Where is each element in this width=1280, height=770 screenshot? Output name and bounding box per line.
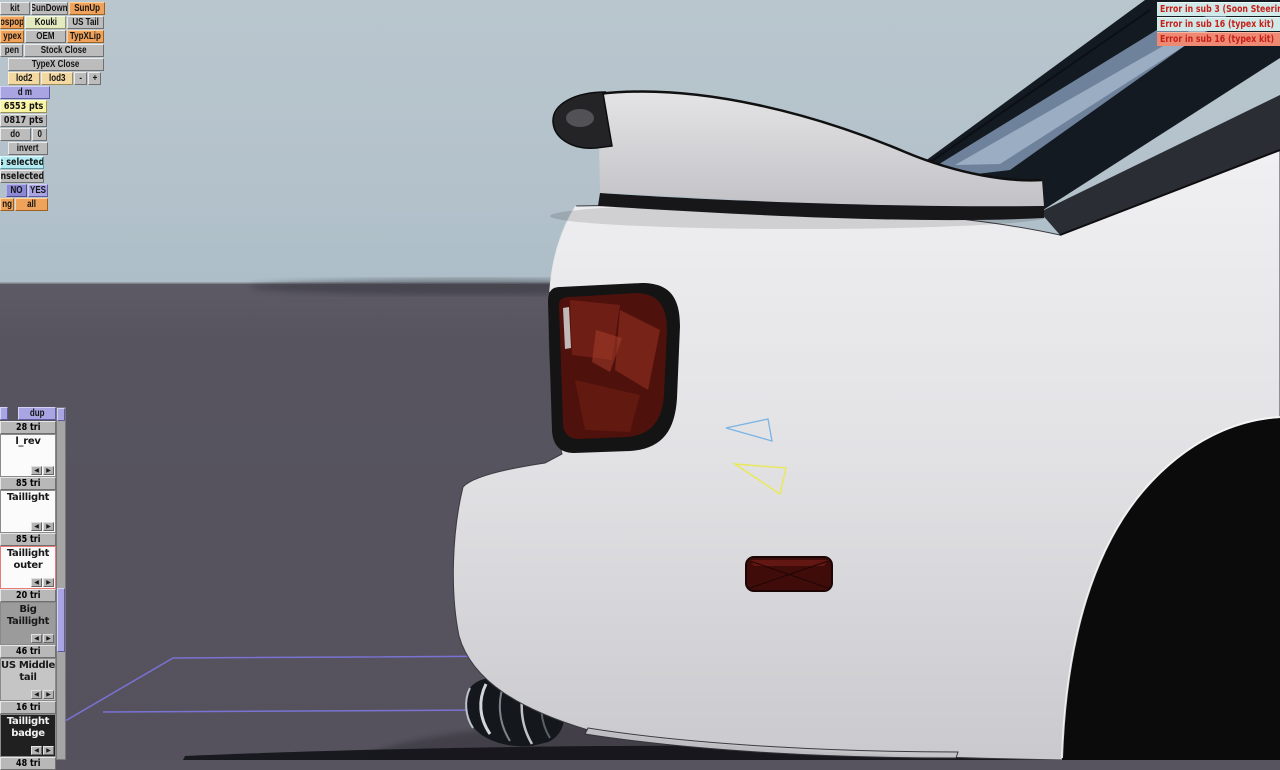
prev-arrow-icon[interactable]: ◀: [31, 578, 42, 587]
viewport-3d[interactable]: [0, 0, 1280, 760]
prev-arrow-icon[interactable]: ◀: [31, 466, 42, 475]
mode-button[interactable]: d m: [0, 86, 50, 99]
tri-count: 16 tri: [0, 701, 56, 714]
kouki-button[interactable]: Kouki: [25, 16, 66, 29]
open-button[interactable]: pen: [0, 44, 23, 57]
scrollbar-thumb[interactable]: [57, 588, 65, 652]
list-item: 28 tri l_rev ◀ ▶: [0, 421, 56, 477]
invert-button[interactable]: invert: [8, 142, 48, 155]
toolbar-panel: kit SunDown SunUp ospop Kouki US Tail yp…: [0, 2, 106, 86]
ypex-button[interactable]: ypex: [0, 30, 24, 43]
object-name-box[interactable]: Big Taillight ◀ ▶: [0, 602, 56, 645]
tri-count: 46 tri: [0, 645, 56, 658]
us-tail-button[interactable]: US Tail: [67, 16, 104, 29]
list-item: 85 tri Taillight ◀ ▶: [0, 477, 56, 533]
list-item: 46 tri US Middle tail ◀ ▶: [0, 645, 56, 701]
list-item: 20 tri Big Taillight ◀ ▶: [0, 589, 56, 645]
sundown-button[interactable]: SunDown: [31, 2, 68, 15]
oem-button[interactable]: OEM: [25, 30, 66, 43]
lod3-button[interactable]: lod3: [41, 72, 73, 85]
prev-arrow-icon[interactable]: ◀: [31, 746, 42, 755]
next-arrow-icon[interactable]: ▶: [43, 690, 54, 699]
typxlip-button[interactable]: TypXLip: [67, 30, 104, 43]
selected-indicator: s selected: [0, 156, 44, 169]
sunup-button[interactable]: SunUp: [69, 2, 105, 15]
prev-arrow-icon[interactable]: ◀: [31, 522, 42, 531]
object-list-panel: dup 28 tri l_rev ◀ ▶ 85 tri Taillight ◀ ▶ …: [0, 407, 56, 770]
list-header-gap: [8, 407, 18, 420]
undo-button[interactable]: do: [0, 128, 31, 141]
lod2-button[interactable]: lod2: [8, 72, 40, 85]
lod-minus-button[interactable]: -: [74, 72, 87, 85]
object-name-box[interactable]: l_rev ◀ ▶: [0, 434, 56, 477]
kit-button[interactable]: kit: [0, 2, 30, 15]
tri-count: 85 tri: [0, 477, 56, 490]
list-header-stub[interactable]: [0, 407, 8, 420]
object-name-box[interactable]: Taillight badge ◀ ▶: [0, 714, 56, 757]
tri-count: 28 tri: [0, 421, 56, 434]
points-selected-count: 6553 pts: [0, 100, 47, 113]
next-arrow-icon[interactable]: ▶: [43, 746, 54, 755]
dup-button[interactable]: dup: [18, 407, 56, 420]
no-button[interactable]: NO: [6, 184, 27, 197]
object-list-scrollbar[interactable]: [56, 407, 66, 760]
error-row[interactable]: Error in sub 16 (typex kit): [1157, 32, 1280, 46]
list-item: 48 tri: [0, 757, 56, 770]
list-item: 16 tri Taillight badge ◀ ▶: [0, 701, 56, 757]
yes-button[interactable]: YES: [28, 184, 48, 197]
selection-panel: d m 6553 pts 0817 pts do 0 invert s sele…: [0, 86, 52, 212]
zero-button[interactable]: 0: [32, 128, 47, 141]
tri-count: 20 tri: [0, 589, 56, 602]
points-total-count: 0817 pts: [0, 114, 47, 127]
next-arrow-icon[interactable]: ▶: [43, 578, 54, 587]
stock-close-button[interactable]: Stock Close: [24, 44, 104, 57]
next-arrow-icon[interactable]: ▶: [43, 634, 54, 643]
typex-close-button[interactable]: TypeX Close: [8, 58, 104, 71]
taillight: [548, 283, 680, 453]
error-row[interactable]: Error in sub 3 (Soon Steerin: [1157, 2, 1280, 16]
lod-plus-button[interactable]: +: [88, 72, 101, 85]
error-console: Error in sub 3 (Soon Steerin Error in su…: [1157, 2, 1280, 47]
tri-count: 48 tri: [0, 757, 56, 770]
ng-button[interactable]: ng: [0, 198, 14, 211]
object-name-box[interactable]: Taillight ◀ ▶: [0, 490, 56, 533]
unselected-indicator: nselected: [0, 170, 44, 183]
object-name-box[interactable]: US Middle tail ◀ ▶: [0, 658, 56, 701]
all-button[interactable]: all: [15, 198, 48, 211]
scrollbar-thumb[interactable]: [57, 408, 65, 421]
object-name-box[interactable]: Taillight outer ◀ ▶: [0, 546, 56, 589]
next-arrow-icon[interactable]: ▶: [43, 522, 54, 531]
ospop-button[interactable]: ospop: [0, 16, 24, 29]
side-marker-light: [745, 556, 833, 592]
next-arrow-icon[interactable]: ▶: [43, 466, 54, 475]
prev-arrow-icon[interactable]: ◀: [31, 634, 42, 643]
prev-arrow-icon[interactable]: ◀: [31, 690, 42, 699]
list-item: 85 tri Taillight outer ◀ ▶: [0, 533, 56, 589]
tri-count: 85 tri: [0, 533, 56, 546]
error-row[interactable]: Error in sub 16 (typex kit): [1157, 17, 1280, 31]
